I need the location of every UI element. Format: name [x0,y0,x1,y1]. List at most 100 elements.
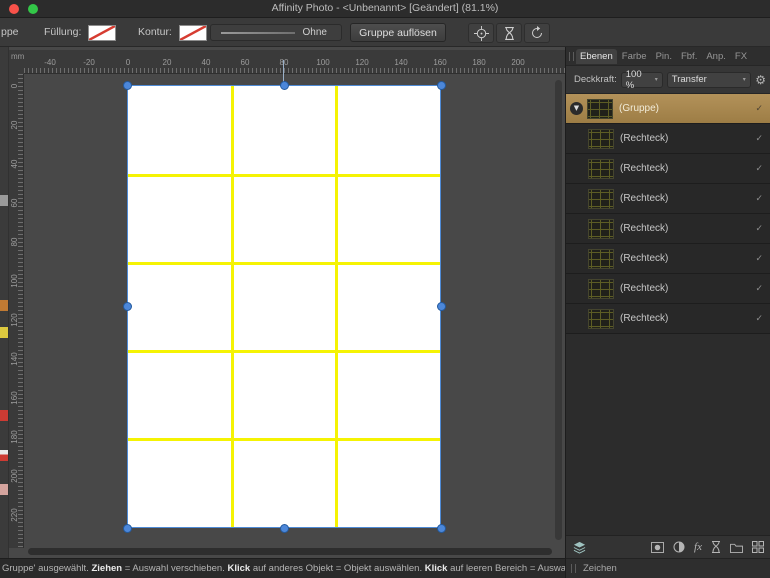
group-folder-icon[interactable] [730,542,743,553]
selection-handle-bottom-left[interactable] [123,524,132,533]
layer-label: (Rechteck) [620,283,669,294]
tool-icon-fragment[interactable] [0,410,8,421]
tool-icon-fragment[interactable] [0,195,8,206]
panel-grip-icon[interactable] [569,52,574,61]
horizontal-ruler[interactable]: -40 -20 0 20 40 60 80 100 120 140 160 18… [24,50,565,74]
ruler-label: 40 [10,159,19,169]
vertical-ruler[interactable]: 0 20 40 60 80 100 120 140 160 180 200 22… [9,74,24,548]
ruler-label: 160 [433,58,447,67]
ruler-label: 180 [10,430,19,444]
status-text: = Auswahl verschieben. [122,563,228,574]
tab-anpassungen[interactable]: Anp. [702,49,730,64]
rotate-icon[interactable] [524,23,550,43]
selection-handle-bottom-right[interactable] [437,524,446,533]
tool-icon-fragment[interactable] [0,450,8,461]
studio-panel: Ebenen Farbe Pin. Fbf. Anp. FX Deckkraft… [565,47,770,578]
visibility-check-icon[interactable]: ✓ [755,314,763,324]
visibility-check-icon[interactable]: ✓ [755,194,763,204]
ruler-label: 20 [10,120,19,130]
layer-label: (Rechteck) [620,253,669,264]
hourglass-icon[interactable] [496,23,522,43]
grid-line-horizontal [128,350,440,353]
layer-row-rechteck[interactable]: (Rechteck) ✓ [566,154,770,184]
visibility-check-icon[interactable]: ✓ [755,164,763,174]
layer-thumbnail [588,248,614,269]
tool-icon-fragment[interactable] [0,484,8,495]
horizontal-scrollbar[interactable] [28,548,552,555]
layer-row-rechteck[interactable]: (Rechteck) ✓ [566,274,770,304]
layer-row-rechteck[interactable]: (Rechteck) ✓ [566,184,770,214]
selection-handle-middle-left[interactable] [123,302,132,311]
ruler-label: 200 [10,469,19,483]
visibility-check-icon[interactable]: ✓ [755,224,763,234]
status-text-bold: Ziehen [91,563,123,574]
live-filter-icon[interactable] [711,541,721,553]
chevron-down-icon: ▾ [742,76,746,83]
mask-icon[interactable] [651,541,664,553]
visibility-check-icon[interactable]: ✓ [755,284,763,294]
layer-row-rechteck[interactable]: (Rechteck) ✓ [566,304,770,334]
layers-stack-icon[interactable] [573,541,586,554]
ruler-label: 20 [162,58,172,67]
ungroup-button[interactable]: Gruppe auflösen [350,23,446,42]
opacity-dropdown[interactable]: 100 % ▾ [620,68,663,91]
fx-icon[interactable]: fx [694,541,702,553]
selection-handle-middle-right[interactable] [437,302,446,311]
tab-farbe[interactable]: Farbe [618,49,651,64]
layer-label: (Rechteck) [620,193,669,204]
visibility-check-icon[interactable]: ✓ [755,134,763,144]
opacity-row: Deckkraft: 100 % ▾ Transfer ▾ ⚙ [566,66,770,94]
ruler-label: 0 [125,58,131,67]
layer-row-rechteck[interactable]: (Rechteck) ✓ [566,124,770,154]
tab-fx[interactable]: FX [731,49,751,64]
layer-label: (Rechteck) [620,133,669,144]
chevron-down-icon: ▾ [654,76,658,83]
selection-handle-top-right[interactable] [437,81,446,90]
vertical-scrollbar[interactable] [555,80,562,540]
ruler-label: 80 [279,58,289,67]
stroke-width-preview [221,31,295,34]
stroke-none-swatch[interactable] [179,25,207,41]
layer-row-rechteck[interactable]: (Rechteck) ✓ [566,214,770,244]
grid-icon[interactable] [752,541,764,553]
ruler-unit: mm [9,50,24,74]
selection-handle-top-left[interactable] [123,81,132,90]
opacity-value: 100 % [625,68,642,91]
character-panel-tab[interactable]: Zeichen [566,558,770,578]
visibility-check-icon[interactable]: ✓ [755,104,763,114]
stroke-style-dropdown[interactable]: Ohne [210,24,342,41]
transform-origin-icon[interactable] [468,23,494,43]
layer-row-group[interactable]: ▼ (Gruppe) ✓ [566,94,770,124]
adjustment-icon[interactable] [673,541,685,553]
ruler-label: 220 [10,508,19,522]
selection-handle-top-center[interactable] [280,81,289,90]
ruler-label: 60 [240,58,250,67]
gear-icon[interactable]: ⚙ [755,73,766,87]
visibility-check-icon[interactable]: ✓ [755,254,763,264]
stroke-label: Kontur: [138,26,172,38]
layer-thumbnail [588,188,614,209]
tab-pinsel[interactable]: Pin. [652,49,676,64]
status-text-bold: Klick [424,563,448,574]
layers-panel-toolbar: fx [566,535,770,558]
tab-farbfelder[interactable]: Fbf. [677,49,701,64]
layer-label: (Rechteck) [620,223,669,234]
panel-tabs: Ebenen Farbe Pin. Fbf. Anp. FX [566,47,770,66]
layer-label: (Rechteck) [620,163,669,174]
tool-icon-fragment[interactable] [0,300,8,311]
tool-icon-fragment[interactable] [0,327,8,338]
grid-line-vertical [231,86,234,527]
document-page[interactable] [127,85,441,528]
selection-handle-bottom-center[interactable] [280,524,289,533]
ruler-label: 40 [201,58,211,67]
blend-mode-dropdown[interactable]: Transfer ▾ [666,71,751,88]
layer-thumbnail [588,218,614,239]
fill-none-swatch[interactable] [88,25,116,41]
context-toolbar: ppe Füllung: Kontur: Ohne Gruppe auflöse… [0,18,770,47]
layer-row-rechteck[interactable]: (Rechteck) ✓ [566,244,770,274]
ruler-label: -20 [83,58,95,67]
layer-label: (Rechteck) [620,313,669,324]
disclosure-triangle-icon[interactable]: ▼ [570,102,583,115]
tab-ebenen[interactable]: Ebenen [576,48,617,64]
fill-label: Füllung: [44,26,82,38]
